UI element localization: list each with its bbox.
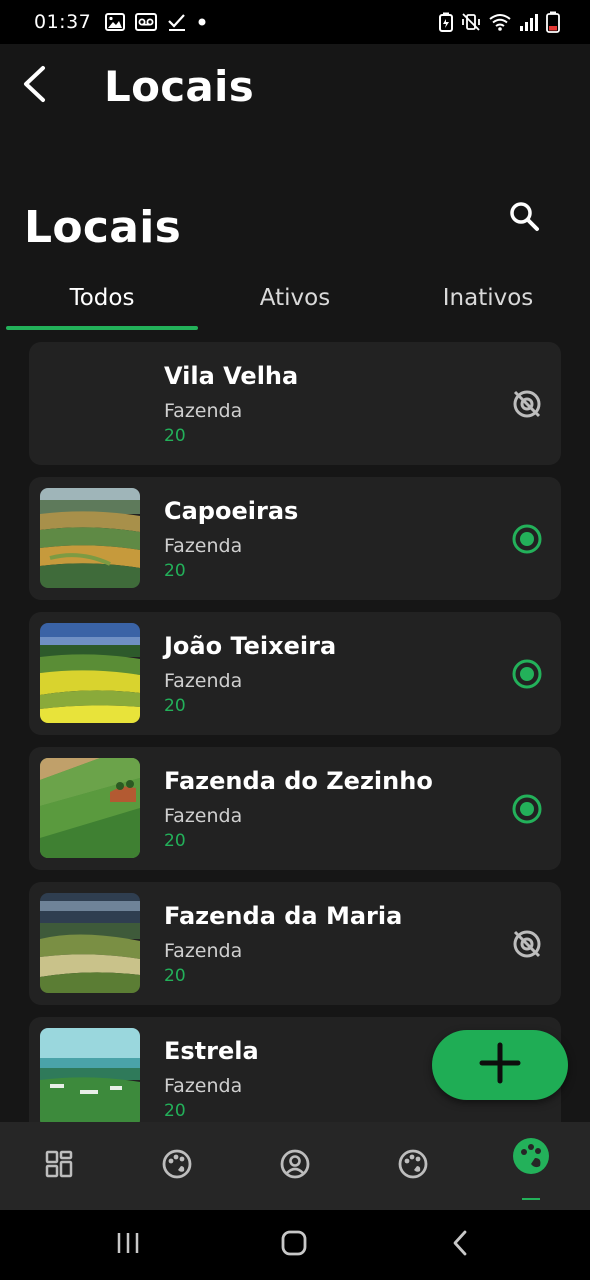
active-status-icon[interactable] xyxy=(507,519,547,559)
palette-icon xyxy=(161,1148,193,1184)
palette-icon xyxy=(397,1148,429,1184)
status-time: 01:37 xyxy=(34,11,92,33)
search-icon xyxy=(508,200,540,236)
inactive-status-icon[interactable] xyxy=(507,384,547,424)
nav-item-profile[interactable] xyxy=(236,1122,354,1210)
location-type: Fazenda xyxy=(164,400,243,422)
location-count: 20 xyxy=(164,561,186,581)
location-thumbnail xyxy=(40,893,140,993)
search-button[interactable] xyxy=(500,194,548,242)
active-status-icon[interactable] xyxy=(507,789,547,829)
status-bar: 01:37 xyxy=(0,0,590,44)
location-thumbnail xyxy=(40,1028,140,1122)
wifi-icon xyxy=(488,12,512,32)
location-name: Vila Velha xyxy=(164,362,299,390)
location-count: 20 xyxy=(164,1101,186,1121)
plus-icon xyxy=(478,1041,522,1089)
tab-todos[interactable]: Todos xyxy=(6,268,198,328)
add-location-button[interactable] xyxy=(432,1030,568,1100)
page-title: Locais xyxy=(104,62,255,111)
system-back-button[interactable] xyxy=(410,1210,510,1280)
back-button[interactable] xyxy=(14,64,54,108)
location-count: 20 xyxy=(164,696,186,716)
recents-icon xyxy=(115,1230,141,1260)
location-count: 20 xyxy=(164,966,186,986)
location-name: Capoeiras xyxy=(164,497,299,525)
location-name: João Teixeira xyxy=(164,632,337,660)
filter-tabs: Todos Ativos Inativos xyxy=(0,268,590,332)
location-name: Estrela xyxy=(164,1037,259,1065)
location-card[interactable]: Fazenda do Zezinho Fazenda 20 xyxy=(29,747,561,870)
check-icon xyxy=(167,13,187,31)
tab-ativos[interactable]: Ativos xyxy=(198,268,392,328)
location-card[interactable]: Capoeiras Fazenda 20 xyxy=(29,477,561,600)
location-thumbnail xyxy=(40,623,140,723)
nav-item-dashboard[interactable] xyxy=(0,1122,118,1210)
status-notification-icons xyxy=(105,13,207,31)
vibrate-icon xyxy=(461,12,481,32)
location-count: 20 xyxy=(164,426,186,446)
gallery-icon xyxy=(105,13,126,31)
voicemail-icon xyxy=(135,13,158,31)
home-icon xyxy=(280,1229,308,1261)
location-name: Fazenda do Zezinho xyxy=(164,767,433,795)
back-icon xyxy=(450,1229,470,1261)
battery-icon xyxy=(546,11,560,33)
battery-saver-icon xyxy=(438,12,454,32)
recents-button[interactable] xyxy=(78,1210,178,1280)
location-type: Fazenda xyxy=(164,1075,243,1097)
system-nav xyxy=(0,1210,590,1280)
location-type: Fazenda xyxy=(164,805,243,827)
status-system-icons xyxy=(438,11,560,33)
app-bar: Locais xyxy=(0,44,590,132)
nav-item-palette-2[interactable] xyxy=(354,1122,472,1210)
location-list[interactable]: Vila Velha Fazenda 20 Capoeiras Fazenda … xyxy=(0,340,590,1122)
location-name: Fazenda da Maria xyxy=(164,902,403,930)
back-arrow-icon xyxy=(21,65,47,107)
location-type: Fazenda xyxy=(164,940,243,962)
profile-icon xyxy=(279,1148,311,1184)
location-thumbnail xyxy=(40,758,140,858)
signal-icon xyxy=(519,12,539,32)
locations-icon xyxy=(511,1136,551,1180)
location-type: Fazenda xyxy=(164,670,243,692)
inactive-status-icon[interactable] xyxy=(507,924,547,964)
dashboard-icon xyxy=(44,1149,74,1183)
location-card[interactable]: Fazenda da Maria Fazenda 20 xyxy=(29,882,561,1005)
tab-inativos[interactable]: Inativos xyxy=(392,268,584,328)
dot-icon xyxy=(197,17,207,27)
nav-item-palette[interactable] xyxy=(118,1122,236,1210)
bottom-nav xyxy=(0,1122,590,1210)
location-card[interactable]: João Teixeira Fazenda 20 xyxy=(29,612,561,735)
location-type: Fazenda xyxy=(164,535,243,557)
home-button[interactable] xyxy=(244,1210,344,1280)
location-count: 20 xyxy=(164,831,186,851)
section-title: Locais xyxy=(24,202,182,253)
active-status-icon[interactable] xyxy=(507,654,547,694)
nav-item-locations[interactable] xyxy=(472,1122,590,1210)
location-card[interactable]: Vila Velha Fazenda 20 xyxy=(29,342,561,465)
nav-active-indicator xyxy=(522,1198,540,1200)
location-thumbnail xyxy=(40,488,140,588)
tab-indicator xyxy=(6,326,198,330)
